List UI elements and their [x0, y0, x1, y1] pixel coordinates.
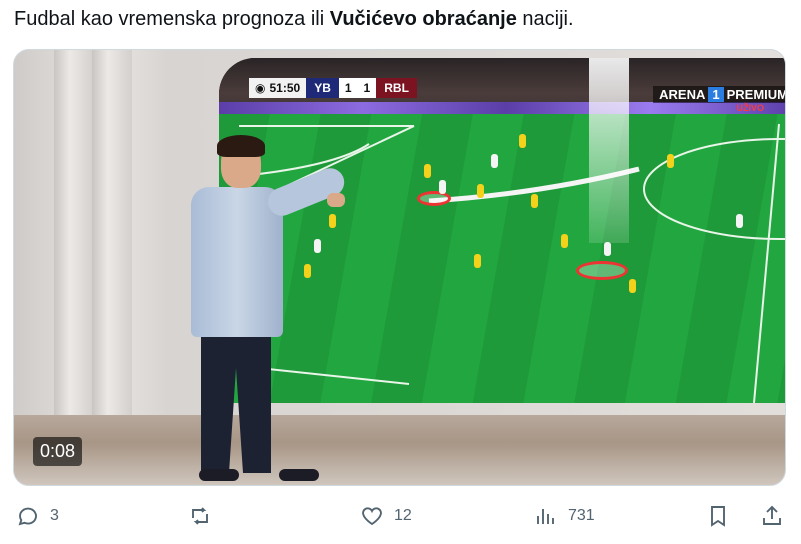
channel-tier: PREMIUM — [726, 87, 786, 102]
scoreboard: ◉ 51:50 YB 1 1 RBL — [249, 78, 417, 98]
player-marker — [424, 164, 431, 178]
tweet-text-bold: Vučićevo obraćanje — [329, 8, 517, 30]
presenter-hair — [217, 135, 265, 157]
video-player[interactable]: ◉ 51:50 YB 1 1 RBL ARENA 1 PREMIUM UŽIVO … — [13, 49, 786, 486]
presenter-jacket — [191, 187, 283, 337]
home-score: 1 — [338, 78, 358, 98]
player-marker — [474, 254, 481, 268]
match-clock-value: 51:50 — [269, 81, 301, 95]
player-marker — [667, 154, 674, 168]
presenter-legs — [201, 333, 271, 473]
channel-number: 1 — [708, 87, 724, 102]
video-timestamp: 0:08 — [33, 437, 83, 466]
tweet-text-end: naciji. — [516, 8, 574, 30]
home-team: YB — [306, 78, 339, 98]
player-marker — [491, 154, 498, 168]
views-bar-chart-icon — [537, 509, 554, 524]
away-team: RBL — [376, 78, 417, 98]
share-button[interactable] — [760, 504, 784, 528]
heart-icon — [362, 507, 382, 526]
highlight-ring — [576, 261, 628, 280]
match-clock: ◉ 51:50 — [249, 78, 307, 98]
bookmark-icon — [711, 506, 725, 527]
presenter — [179, 135, 349, 485]
views-count: 731 — [568, 507, 595, 524]
presenter-shoe — [279, 469, 319, 481]
player-marker — [519, 134, 526, 148]
share-icon — [763, 505, 781, 525]
ball-icon: ◉ — [255, 81, 266, 95]
highlight-beam — [589, 58, 629, 243]
reply-icon — [18, 507, 37, 526]
ad-board — [219, 102, 785, 114]
presenter-shoe — [199, 469, 239, 481]
player-marker — [629, 279, 636, 293]
retweet-icon — [192, 507, 208, 525]
reply-button[interactable]: 3 — [16, 504, 59, 528]
player-marker — [736, 214, 743, 228]
bookmark-button[interactable] — [706, 504, 730, 528]
like-count: 12 — [394, 507, 412, 524]
studio-floor — [14, 415, 785, 485]
player-marker — [561, 234, 568, 248]
live-label: UŽIVO — [736, 103, 764, 113]
tweet-actions: 3 12 731 — [0, 500, 801, 536]
channel-name: ARENA — [659, 87, 706, 102]
retweet-button[interactable] — [188, 504, 222, 528]
player-marker — [477, 184, 484, 198]
player-marker — [531, 194, 538, 208]
tweet-text-start: Fudbal kao vremenska prognoza ili — [14, 8, 330, 30]
presenter-hand — [327, 193, 345, 207]
views-button[interactable]: 731 — [534, 504, 595, 528]
tweet-text: Fudbal kao vremenska prognoza ili Vučiće… — [14, 6, 574, 32]
reply-count: 3 — [50, 507, 59, 524]
player-marker — [604, 242, 611, 256]
like-button[interactable]: 12 — [360, 504, 412, 528]
player-marker — [439, 180, 446, 194]
highlight-ring — [417, 191, 451, 206]
channel-logo: ARENA 1 PREMIUM — [653, 86, 786, 103]
away-score: 1 — [357, 78, 377, 98]
